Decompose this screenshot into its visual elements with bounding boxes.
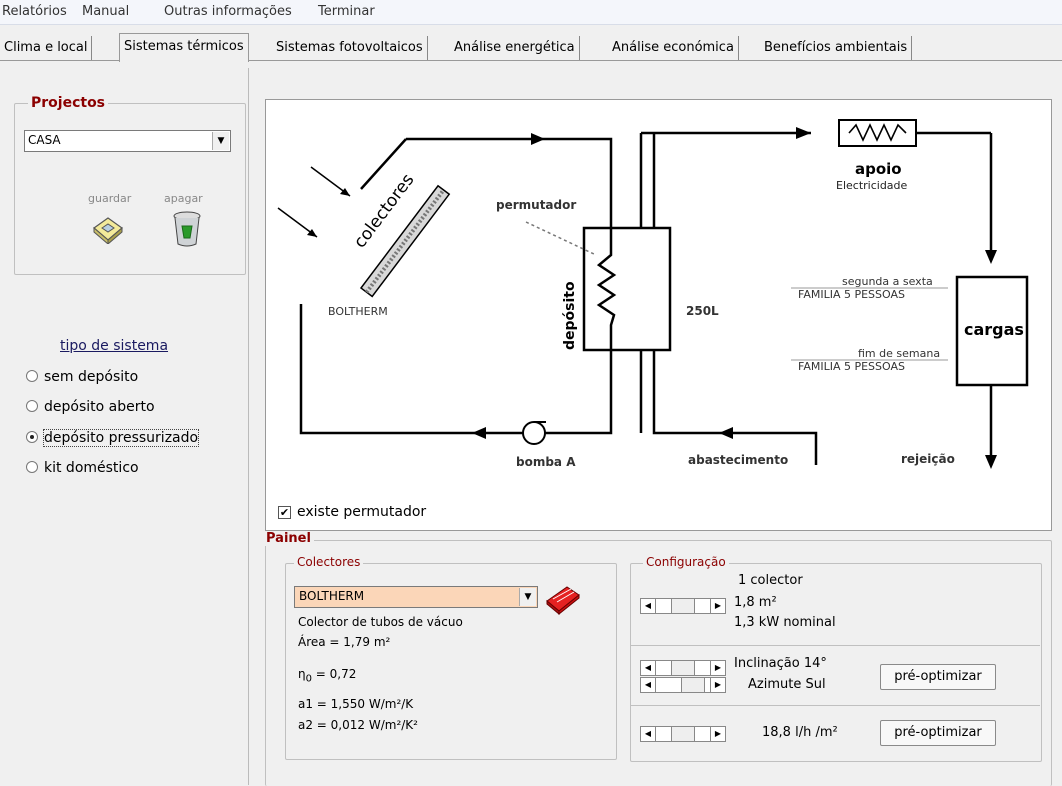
collector-model-label: BOLTHERM [328,305,388,318]
checkbox-label: existe permutador [297,504,427,520]
checkmark-icon[interactable]: ✔ [278,505,291,519]
menu-relatorios[interactable]: Relatórios [2,4,67,19]
flow-rate-value: 18,8 l/h /m² [762,725,838,740]
projectos-group [14,103,246,275]
cargas-label: cargas [964,320,1024,339]
project-select[interactable]: CASA ▼ [24,130,231,152]
system-diagram: colectores BOLTHERM permutador depósito … [265,99,1052,531]
sun-arrows [277,166,351,238]
apagar-label: apagar [164,192,203,205]
radio-kit-domestico[interactable]: kit doméstico [26,460,139,476]
pump-label: bomba A [516,455,576,469]
left-arrow-icon[interactable]: ◀ [641,678,656,692]
slider-thumb[interactable] [681,678,705,692]
tab-bar: Clima e local Sistemas térmicos Sistemas… [0,33,1062,62]
collector-count: 1 colector [738,573,803,588]
right-arrow-icon[interactable]: ▶ [710,727,725,741]
radio-deposito-pressurizado[interactable]: depósito pressurizado [26,429,200,447]
left-arrow-icon[interactable]: ◀ [641,727,656,741]
radio-dot-selected [26,431,38,443]
collector-area: Área = 1,79 m² [298,635,391,649]
rejeicao-label: rejeição [901,452,955,466]
eta-symbol: η [298,667,306,681]
slider-thumb[interactable] [671,599,695,613]
chevron-down-icon[interactable]: ▼ [519,588,536,606]
radio-sem-deposito[interactable]: sem depósito [26,369,138,385]
right-arrow-icon[interactable]: ▶ [710,599,725,613]
right-arrow-icon[interactable]: ▶ [710,661,725,675]
electricidade-label: Electricidade [836,179,908,192]
weekday-label: segunda a sexta [842,275,933,288]
menu-outras-informacoes[interactable]: Outras informações [164,4,292,19]
nominal-power: 1,3 kW nominal [734,615,836,630]
pre-optimizar-orientation-button[interactable]: pré-optimizar [880,664,996,690]
config-divider [630,645,1040,646]
tab-sistemas-fotovoltaicos[interactable]: Sistemas fotovoltaicos [272,36,428,60]
radio-label: sem depósito [44,369,139,385]
radio-dot [26,400,38,412]
existe-permutador-checkbox[interactable]: ✔ existe permutador [278,504,426,520]
tank-volume-label: 250L [686,304,719,318]
abastecimento-label: abastecimento [688,453,789,467]
inclination-value: Inclinação 14° [734,656,827,671]
weekend-label: fim de semana [858,347,941,360]
eta-value: = 0,72 [311,667,357,681]
colectores-group-title: Colectores [294,555,364,569]
save-disk-icon[interactable] [90,214,126,244]
guardar-label: guardar [88,192,132,205]
menu-bar: Relatórios Manual Outras informações Ter… [0,0,1062,25]
collector-eta: η0 = 0,72 [298,667,356,684]
radio-deposito-aberto[interactable]: depósito aberto [26,399,155,415]
inclination-slider[interactable]: ◀ ▶ [640,660,726,676]
configuracao-title: Configuração [643,555,729,569]
collector-count-slider[interactable]: ◀ ▶ [640,598,726,614]
config-divider [630,705,1040,706]
menu-terminar[interactable]: Terminar [318,4,375,19]
flow-rate-slider[interactable]: ◀ ▶ [640,726,726,742]
weekday-profile-label: FAMILIA 5 PESSOAS [798,288,905,301]
tab-analise-energetica[interactable]: Análise energética [450,36,580,60]
weekend-profile-label: FAMILIA 5 PESSOAS [798,360,905,373]
azimuth-slider[interactable]: ◀ ▶ [640,677,726,693]
radio-label: depósito pressurizado [42,429,200,447]
project-select-value: CASA [28,133,61,147]
total-area: 1,8 m² [734,595,777,610]
deposito-label: depósito [562,281,578,350]
slider-thumb[interactable] [671,661,695,675]
slider-thumb[interactable] [671,727,695,741]
left-arrow-icon[interactable]: ◀ [641,661,656,675]
menu-manual[interactable]: Manual [82,4,129,19]
tab-clima-e-local[interactable]: Clima e local [0,36,93,60]
recycle-bin-icon[interactable] [170,210,204,248]
tipo-sistema-title: tipo de sistema [60,338,169,354]
radio-label: depósito aberto [44,399,155,415]
collector-select-value: BOLTHERM [299,589,365,603]
permutador-label: permutador [496,198,577,212]
azimuth-value: Azimute Sul [748,677,826,692]
collector-a2: a2 = 0,012 W/m²/K² [298,718,418,732]
radio-dot [26,370,38,382]
tab-sistemas-termicos[interactable]: Sistemas térmicos [119,33,249,62]
collector-type: Colector de tubos de vácuo [298,615,463,629]
painel-title: Painel [263,531,314,546]
collector-a1: a1 = 1,550 W/m²/K [298,697,414,711]
flow-arrows [472,127,997,469]
radio-dot [26,461,38,473]
tab-beneficios-ambientais[interactable]: Benefícios ambientais [760,36,913,60]
radio-label: kit doméstico [44,460,139,476]
collector-edit-icon[interactable] [545,583,581,615]
right-arrow-icon[interactable]: ▶ [710,678,725,692]
pre-optimizar-flow-button[interactable]: pré-optimizar [880,720,996,746]
chevron-down-icon[interactable]: ▼ [212,132,229,150]
tab-analise-economica[interactable]: Análise económica [608,36,739,60]
projectos-title: Projectos [28,95,109,111]
apoio-label: apoio [855,160,902,178]
collector-select[interactable]: BOLTHERM ▼ [294,586,538,608]
left-arrow-icon[interactable]: ◀ [641,599,656,613]
